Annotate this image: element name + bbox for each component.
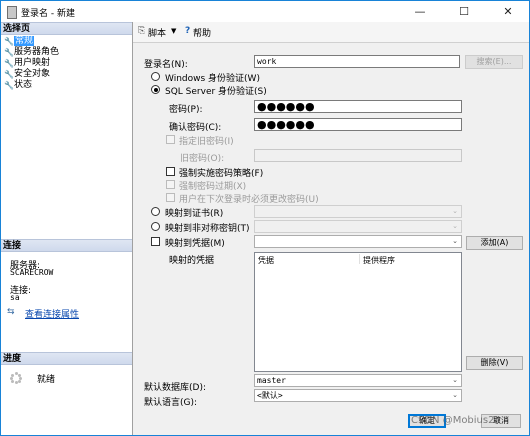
password-input[interactable]: ●●●●●● [254, 100, 462, 113]
chevron-down-icon: ⌄ [452, 207, 458, 215]
provider-column-header[interactable]: 提供程序 [363, 255, 395, 266]
default-language-combo[interactable]: <默认> ⌄ [254, 389, 462, 402]
login-name-input[interactable]: work [254, 55, 460, 68]
wrench-icon: 🔧 [4, 59, 14, 68]
specify-old-password-checkbox[interactable] [166, 135, 175, 144]
view-connection-properties-link[interactable]: 查看连接属性 [25, 307, 79, 320]
app-icon [7, 6, 17, 19]
spinner-icon [10, 372, 22, 384]
confirm-password-input[interactable]: ●●●●●● [254, 118, 462, 131]
password-label: 密码(P): [169, 105, 203, 115]
page-user-mapping[interactable]: 🔧用户映射 [4, 58, 50, 69]
chevron-down-icon: ⌄ [452, 391, 458, 399]
enforce-expiration-label: 强制密码过期(X) [179, 182, 247, 192]
default-language-value: <默认> [257, 391, 283, 400]
minimize-button[interactable]: — [399, 2, 441, 21]
connection-value: sa [10, 293, 20, 302]
close-button[interactable]: ✕ [487, 2, 529, 21]
default-database-label: 默认数据库(D): [144, 383, 206, 393]
map-certificate-label[interactable]: 映射到证书(R) [165, 206, 223, 219]
page-status[interactable]: 🔧状态 [4, 80, 32, 91]
sql-auth-label[interactable]: SQL Server 身份验证(S) [165, 84, 267, 97]
wrench-icon: 🔧 [4, 48, 14, 57]
map-asym-key-radio[interactable] [151, 222, 160, 231]
server-value: SCARECROW [10, 268, 54, 277]
specify-old-password-label: 指定旧密码(I) [179, 137, 234, 147]
connection-header: 连接 [1, 239, 132, 252]
connection-properties-icon: ⇆ [7, 307, 15, 317]
wrench-icon: 🔧 [4, 37, 14, 46]
map-credential-checkbox[interactable] [151, 237, 160, 246]
window-title: 登录名 - 新建 [21, 9, 75, 19]
credential-combo[interactable]: ⌄ [254, 235, 462, 248]
map-asym-key-label[interactable]: 映射到非对称密钥(T) [165, 221, 250, 234]
old-password-input[interactable] [254, 149, 462, 162]
help-icon: ? [185, 26, 191, 36]
default-database-combo[interactable]: master ⌄ [254, 374, 462, 387]
progress-status: 就绪 [37, 375, 56, 385]
chevron-down-icon: ⌄ [452, 222, 458, 230]
page-securables[interactable]: 🔧安全对象 [4, 69, 50, 80]
page-server-roles[interactable]: 🔧服务器角色 [4, 47, 59, 58]
credentials-table[interactable]: 凭据 提供程序 [254, 252, 462, 372]
add-button[interactable]: 添加(A) [466, 236, 523, 250]
certificate-combo[interactable]: ⌄ [254, 205, 462, 218]
wrench-icon: 🔧 [4, 70, 14, 79]
enforce-expiration-checkbox[interactable] [166, 180, 175, 189]
column-divider [359, 254, 360, 264]
wrench-icon: 🔧 [4, 81, 14, 90]
sql-auth-radio[interactable] [151, 85, 160, 94]
chevron-down-icon[interactable]: ▼ [171, 27, 176, 35]
asym-key-combo[interactable]: ⌄ [254, 220, 462, 233]
map-certificate-radio[interactable] [151, 207, 160, 216]
enforce-policy-checkbox[interactable] [166, 167, 175, 176]
must-change-checkbox[interactable] [166, 193, 175, 202]
select-page-header: 选择页 [1, 22, 132, 35]
credential-column-header[interactable]: 凭据 [258, 255, 274, 266]
windows-auth-label[interactable]: Windows 身份验证(W) [165, 71, 260, 84]
login-new-dialog: 登录名 - 新建 — ☐ ✕ 选择页 🔧常规 🔧服务器角色 🔧用户映射 🔧安全对… [0, 0, 530, 436]
windows-auth-radio[interactable] [151, 72, 160, 81]
maximize-button[interactable]: ☐ [443, 2, 485, 21]
title-bar: 登录名 - 新建 — ☐ ✕ [1, 1, 529, 22]
login-name-label: 登录名(N): [144, 60, 188, 70]
map-credential-label[interactable]: 映射到凭据(M) [165, 236, 225, 249]
must-change-label: 用户在下次登录时必须更改密码(U) [179, 195, 319, 205]
confirm-password-label: 确认密码(C): [169, 123, 222, 133]
default-database-value: master [257, 376, 286, 385]
enforce-policy-label[interactable]: 强制实施密码策略(F) [179, 166, 263, 179]
chevron-down-icon: ⌄ [452, 237, 458, 245]
remove-button[interactable]: 删除(V) [466, 356, 523, 370]
help-button[interactable]: 帮助 [193, 26, 211, 39]
chevron-down-icon: ⌄ [452, 376, 458, 384]
mapped-credentials-label: 映射的凭据 [169, 256, 215, 266]
search-button[interactable]: 搜索(E)... [465, 55, 523, 69]
script-icon: ⎘ [138, 26, 146, 36]
old-password-label: 旧密码(O): [180, 154, 225, 164]
default-language-label: 默认语言(G): [144, 398, 198, 408]
page-general[interactable]: 🔧常规 [4, 36, 35, 47]
watermark: CSDN @Mobius24 [411, 415, 501, 426]
sidebar: 选择页 🔧常规 🔧服务器角色 🔧用户映射 🔧安全对象 🔧状态 连接 服务器: S… [1, 22, 133, 435]
general-page: 登录名(N): work 搜索(E)... Windows 身份验证(W) SQ… [133, 43, 529, 435]
script-button[interactable]: 脚本 [148, 26, 166, 39]
progress-header: 进度 [1, 352, 132, 365]
toolbar: ⎘ 脚本 ▼ ? 帮助 [133, 22, 529, 43]
